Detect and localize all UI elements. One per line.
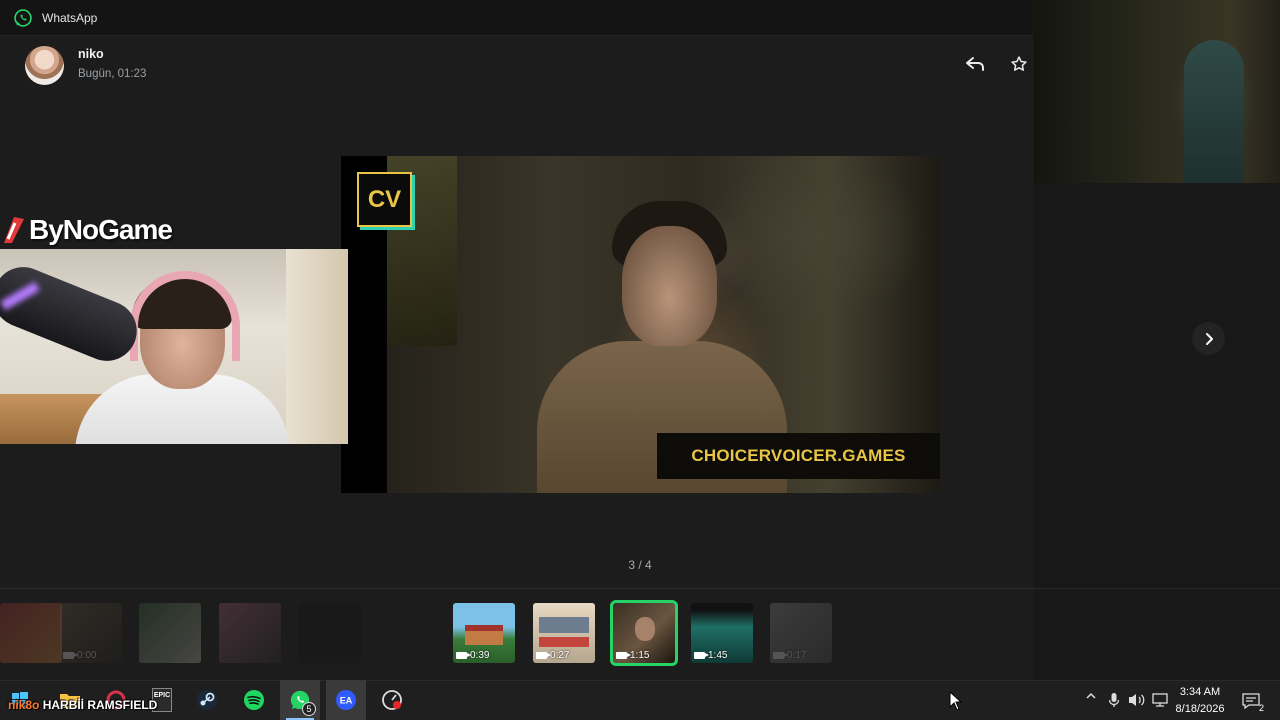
star-icon xyxy=(1011,56,1027,71)
next-media-button[interactable] xyxy=(1192,322,1225,355)
video-camera-icon xyxy=(616,652,631,659)
whatsapp-badge: 5 xyxy=(302,702,316,716)
media-thumbnail[interactable]: 1:45 xyxy=(691,603,753,663)
streamer-webcam xyxy=(0,249,348,444)
media-thumbnail[interactable] xyxy=(219,603,281,663)
steam-button[interactable] xyxy=(187,680,227,720)
secondary-camera xyxy=(1034,0,1280,183)
svg-text:EA: EA xyxy=(340,696,353,706)
video-camera-icon xyxy=(694,652,709,659)
video-camera-icon xyxy=(456,652,471,659)
chevron-right-icon xyxy=(1205,332,1213,345)
video-camera-icon xyxy=(63,652,78,659)
chevron-up-icon xyxy=(1086,692,1096,699)
whatsapp-logo-icon xyxy=(14,8,32,27)
stream-nick: nik8o xyxy=(8,698,40,712)
volume-tray-button[interactable] xyxy=(1128,692,1146,711)
stream-title: HARBİİ RAMSFIELD xyxy=(42,698,158,712)
media-counter: 3 / 4 xyxy=(628,558,652,572)
thumbnail-duration: 1:15 xyxy=(630,650,650,661)
notification-center-button[interactable]: 2 xyxy=(1240,690,1264,713)
media-thumbnail-selected[interactable]: 1:15 xyxy=(610,600,678,666)
bynogame-brand: ByNoGame xyxy=(29,214,173,245)
network-tray-button[interactable] xyxy=(1152,692,1168,711)
spotify-button[interactable] xyxy=(234,680,274,720)
video-watermark: CHOICERVOICER.GAMES xyxy=(657,433,940,479)
media-thumbnail[interactable]: 0:27 xyxy=(533,603,595,663)
cv-logo: CV xyxy=(357,172,412,227)
thumbnail-duration: 0:39 xyxy=(470,650,490,661)
clock-date: 8/18/2026 xyxy=(1175,703,1225,715)
star-button[interactable] xyxy=(1008,53,1030,75)
thumbnail-duration: 0:00 xyxy=(77,650,97,661)
media-thumbnail[interactable] xyxy=(378,603,440,663)
video-camera-icon xyxy=(773,652,788,659)
media-thumbnail[interactable] xyxy=(299,603,361,663)
reply-button[interactable] xyxy=(964,53,986,75)
window-title: WhatsApp xyxy=(42,10,98,25)
speedometer-icon xyxy=(382,690,402,710)
video-player[interactable]: CV CHOICERVOICER.GAMES xyxy=(341,156,940,493)
tray-overflow-button[interactable] xyxy=(1085,690,1097,705)
thumbnail-duration: 0:27 xyxy=(550,650,570,661)
avatar[interactable] xyxy=(25,46,64,85)
title-bar: WhatsApp xyxy=(0,0,1033,36)
volume-icon xyxy=(1129,694,1145,706)
network-icon xyxy=(1152,693,1168,707)
taskbar-clock[interactable]: 3:34 AM 8/18/2026 xyxy=(1168,684,1232,718)
steam-icon xyxy=(197,690,217,710)
microphone-icon xyxy=(1108,693,1120,707)
microphone-tray-button[interactable] xyxy=(1108,692,1120,711)
bynogame-logo: ByNoGame xyxy=(0,212,173,248)
clock-time: 3:34 AM xyxy=(1179,686,1221,698)
whatsapp-taskbar-button[interactable]: 5 xyxy=(280,680,320,720)
reply-icon xyxy=(966,57,984,71)
mouse-cursor-icon xyxy=(949,691,963,711)
message-timestamp: Bugün, 01:23 xyxy=(78,68,147,80)
bynogame-mark-icon xyxy=(4,217,24,243)
thumbnail-divider xyxy=(0,588,1280,589)
video-camera-icon xyxy=(536,652,551,659)
media-thumbnail[interactable]: 0:39 xyxy=(453,603,515,663)
media-thumbnail[interactable]: 0:00 xyxy=(60,603,122,663)
thumbnail-duration: 1:45 xyxy=(708,650,728,661)
ea-app-button[interactable]: EA xyxy=(326,680,366,720)
media-thumbnail[interactable] xyxy=(0,603,62,663)
stream-overlay-name: nik8o HARBİİ RAMSFIELD xyxy=(8,698,157,712)
media-thumbnail[interactable] xyxy=(139,603,201,663)
notification-icon xyxy=(1242,693,1260,709)
media-thumbnail[interactable]: 0:17 xyxy=(770,603,832,663)
thumbnail-duration: 0:17 xyxy=(787,650,807,661)
recording-app-button[interactable] xyxy=(372,680,412,720)
contact-name[interactable]: niko xyxy=(78,47,104,61)
spotify-icon xyxy=(244,690,264,710)
ea-icon: EA xyxy=(336,690,356,710)
media-header: niko Bugün, 01:23 xyxy=(0,37,1033,93)
notification-count: 2 xyxy=(1258,703,1264,713)
